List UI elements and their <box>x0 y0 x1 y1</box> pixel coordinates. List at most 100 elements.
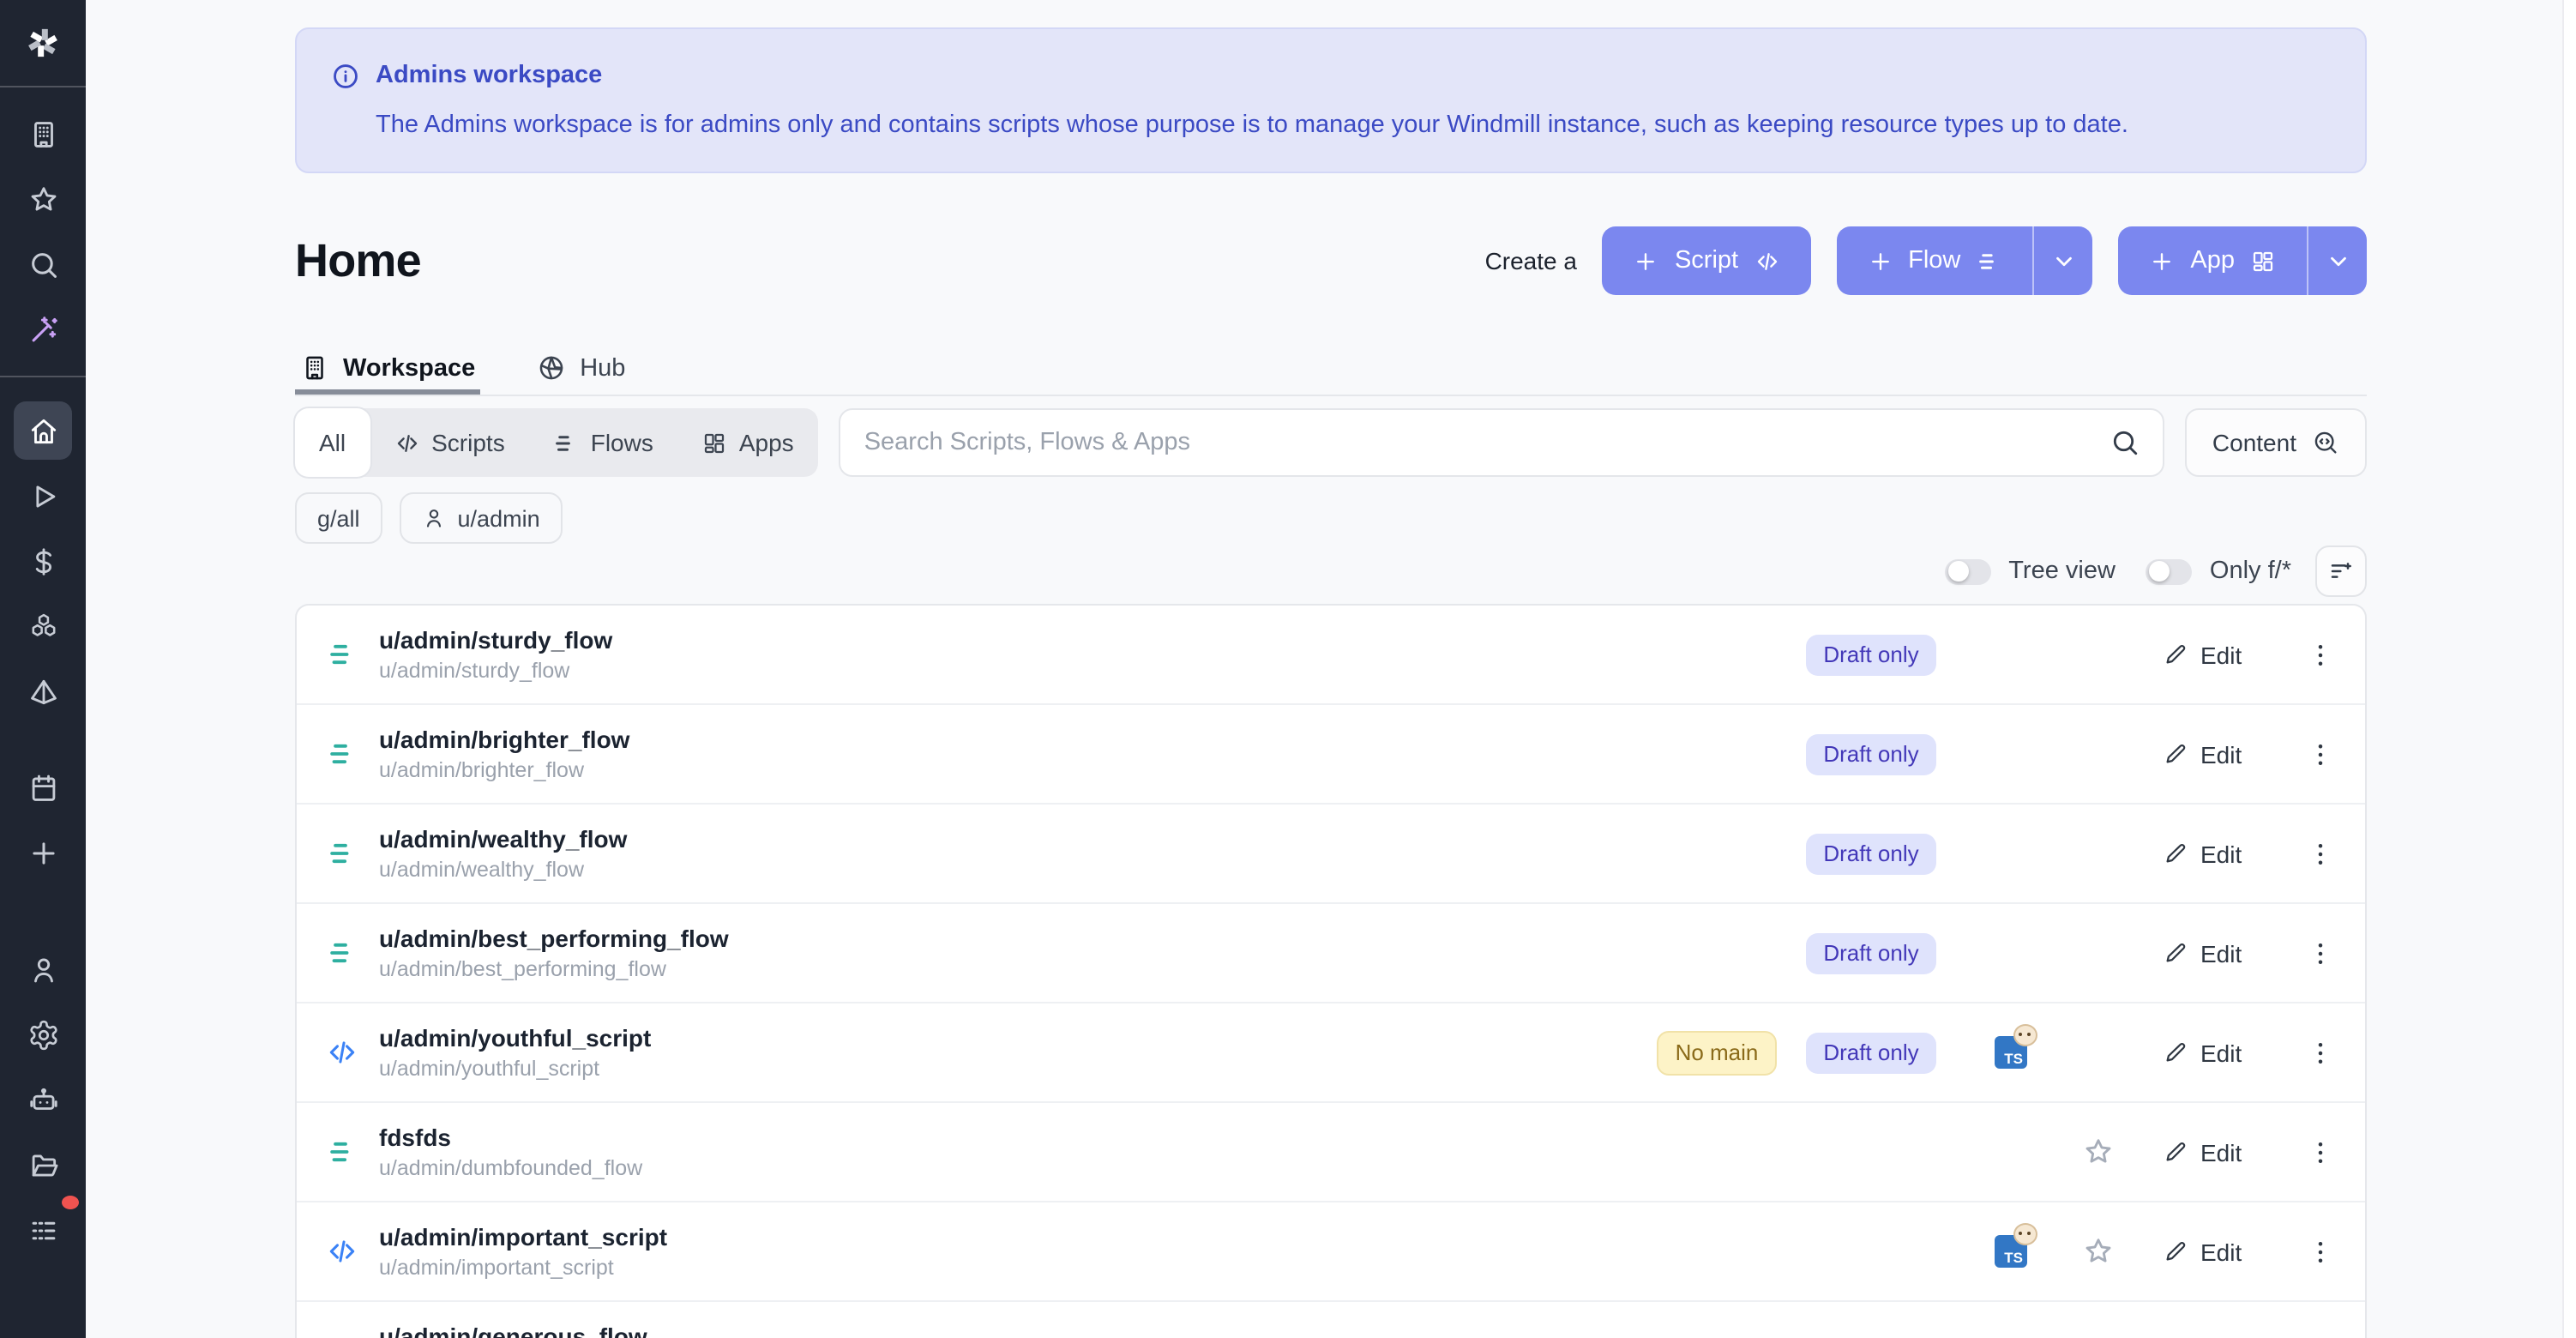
flow-icon <box>324 638 358 671</box>
list-item[interactable]: fdsfds u/admin/dumbfounded_flow Edit <box>297 1103 2365 1202</box>
tag-u-admin[interactable]: u/admin <box>400 492 563 544</box>
filter-flows[interactable]: Flows <box>529 408 677 477</box>
tree-view-label: Tree view <box>2008 558 2116 585</box>
sidebar-item-folders[interactable] <box>14 1136 72 1194</box>
pencil-icon <box>2163 1040 2188 1065</box>
create-flow-button[interactable]: Flow <box>1836 226 2092 295</box>
sidebar-item-schedules[interactable] <box>14 758 72 817</box>
kebab-menu-button[interactable] <box>2303 1236 2338 1267</box>
banner-title: Admins workspace <box>376 60 602 93</box>
typescript-bun-badge: TS <box>1994 1235 2026 1268</box>
banner-body: The Admins workspace is for admins only … <box>376 110 2331 142</box>
flow-icon <box>324 1136 358 1168</box>
only-f-toggle[interactable] <box>2146 558 2193 584</box>
edit-button[interactable]: Edit <box>2163 840 2269 867</box>
item-title[interactable]: u/admin/wealthy_flow <box>379 824 627 853</box>
draft-only-badge: Draft only <box>1806 932 1935 973</box>
item-title[interactable]: u/admin/brighter_flow <box>379 725 629 754</box>
filter-all[interactable]: All <box>295 408 370 477</box>
chevron-down-icon <box>2050 248 2076 274</box>
kebab-menu-button[interactable] <box>2303 1037 2338 1068</box>
list-item[interactable]: u/admin/sturdy_flow u/admin/sturdy_flow … <box>297 606 2365 705</box>
app-dropdown-toggle[interactable] <box>2307 226 2367 295</box>
create-a-label: Create a <box>1485 247 1577 274</box>
list-item[interactable]: u/admin/youthful_script u/admin/youthful… <box>297 1003 2365 1103</box>
tab-workspace[interactable]: Workspace <box>295 333 480 395</box>
sidebar-item-home[interactable] <box>14 401 72 460</box>
filter-plus-button[interactable] <box>2315 545 2367 597</box>
info-icon <box>331 62 360 91</box>
item-title[interactable]: u/admin/best_performing_flow <box>379 924 729 953</box>
edit-button[interactable]: Edit <box>2163 740 2269 768</box>
kebab-icon <box>2305 1037 2336 1068</box>
flow-icon <box>324 738 358 770</box>
sidebar-item-settings[interactable] <box>14 1005 72 1064</box>
sidebar-item-triggers[interactable] <box>14 662 72 720</box>
filter-scripts[interactable]: Scripts <box>370 408 529 477</box>
edit-button[interactable]: Edit <box>2163 939 2269 967</box>
list-icon <box>27 1214 59 1246</box>
filter-plus-icon <box>2327 558 2355 585</box>
star-favorite-button[interactable] <box>2081 1136 2114 1168</box>
edit-button[interactable]: Edit <box>2163 1039 2269 1066</box>
sidebar-item-workspace[interactable] <box>14 105 72 163</box>
sidebar-item-search[interactable] <box>14 235 72 293</box>
star-favorite-button[interactable] <box>2081 1335 2114 1338</box>
windmill-logo[interactable] <box>0 0 86 86</box>
kebab-icon <box>2305 639 2336 670</box>
sidebar-item-ai[interactable] <box>14 300 72 359</box>
sidebar <box>0 0 86 1338</box>
search-input[interactable] <box>840 429 2163 456</box>
home-icon <box>27 414 59 447</box>
item-title[interactable]: u/admin/youthful_script <box>379 1023 651 1052</box>
flow-dropdown-toggle[interactable] <box>2032 226 2092 295</box>
app-grid-icon <box>701 430 727 455</box>
tab-bar: Workspace Hub <box>295 333 2367 396</box>
tree-view-toggle[interactable] <box>1945 558 1991 584</box>
edit-button[interactable]: Edit <box>2163 641 2269 668</box>
no-main-badge: No main <box>1657 1030 1778 1075</box>
user-icon <box>422 506 446 530</box>
scrollbar-gutter[interactable] <box>2562 0 2576 1338</box>
flow-icon <box>1976 248 2001 274</box>
content-search-button[interactable]: Content <box>2185 408 2367 477</box>
sidebar-item-add[interactable] <box>14 823 72 882</box>
list-item[interactable]: u/admin/important_script u/admin/importa… <box>297 1202 2365 1302</box>
create-app-button[interactable]: App <box>2118 226 2367 295</box>
list-item[interactable]: u/admin/best_performing_flow u/admin/bes… <box>297 904 2365 1003</box>
flow-icon <box>553 430 579 455</box>
kebab-menu-button[interactable] <box>2303 738 2338 769</box>
pencil-icon <box>2163 841 2188 866</box>
sidebar-item-variables[interactable] <box>14 532 72 590</box>
draft-only-badge: Draft only <box>1806 634 1935 675</box>
sidebar-item-workers[interactable] <box>14 1070 72 1129</box>
kebab-icon <box>2305 1236 2336 1267</box>
sidebar-item-user[interactable] <box>14 940 72 998</box>
kebab-menu-button[interactable] <box>2303 639 2338 670</box>
building-icon <box>300 353 329 383</box>
script-icon <box>324 1235 358 1268</box>
create-script-button[interactable]: Script <box>1603 226 1810 295</box>
item-title[interactable]: u/admin/important_script <box>379 1222 667 1251</box>
sidebar-item-logs[interactable] <box>14 1201 72 1259</box>
edit-button[interactable]: Edit <box>2163 1138 2269 1166</box>
star-favorite-button[interactable] <box>2081 1235 2114 1268</box>
filter-apps[interactable]: Apps <box>677 408 818 477</box>
item-path: u/admin/wealthy_flow <box>379 857 627 883</box>
sidebar-item-runs[interactable] <box>14 467 72 525</box>
sidebar-item-resources[interactable] <box>14 597 72 655</box>
kebab-menu-button[interactable] <box>2303 937 2338 968</box>
edit-button[interactable]: Edit <box>2163 1238 2269 1265</box>
search-icon <box>27 248 59 280</box>
sidebar-item-favorites[interactable] <box>14 170 72 228</box>
kebab-menu-button[interactable] <box>2303 1136 2338 1167</box>
item-title[interactable]: u/admin/sturdy_flow <box>379 625 612 654</box>
tag-g-all[interactable]: g/all <box>295 492 382 544</box>
kebab-menu-button[interactable] <box>2303 838 2338 869</box>
item-title[interactable]: fdsfds <box>379 1123 642 1152</box>
list-item[interactable]: u/admin/brighter_flow u/admin/brighter_f… <box>297 705 2365 805</box>
tab-hub[interactable]: Hub <box>532 333 630 395</box>
item-title[interactable]: u/admin/generous_flow <box>379 1322 647 1338</box>
list-item[interactable]: u/admin/generous_flow u/admin/generous_f… <box>297 1302 2365 1338</box>
list-item[interactable]: u/admin/wealthy_flow u/admin/wealthy_flo… <box>297 805 2365 904</box>
